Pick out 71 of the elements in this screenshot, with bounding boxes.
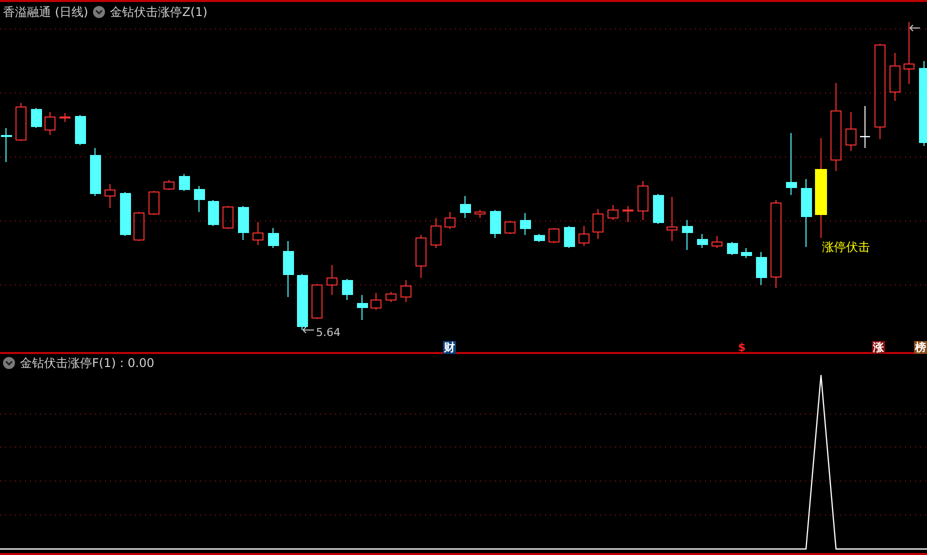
candlestick [44,112,56,136]
dropdown-icon[interactable] [93,6,106,18]
candlestick [75,114,86,146]
candlestick [222,206,234,230]
candlestick [578,226,590,246]
candlestick [638,180,648,220]
marker-tag: 财 [443,341,456,354]
signal-label: 涨停伏击 [822,240,870,254]
candlestick [890,52,900,102]
candlestick [208,200,219,226]
candlestick [653,194,664,224]
candlestick [860,106,870,148]
candlestick [504,220,516,234]
candlestick [194,186,205,212]
candlestick [104,184,116,208]
candlestick [90,148,101,196]
candlestick [444,212,456,230]
candlestick [904,22,914,84]
candlestick [786,132,797,196]
instrument-title: 香溢融通 (日线) [3,4,88,20]
candlestick [31,108,42,128]
candlestick [666,196,678,242]
candlestick [134,212,144,242]
candlestick [712,236,722,248]
candlestick [846,112,856,152]
candlestick [801,178,812,248]
candlestick [520,212,531,236]
candlestick [682,220,693,250]
marker-tag: 涨 [872,341,885,354]
candlestick [400,280,412,302]
candlestick [697,234,708,248]
candlestick [297,274,308,330]
candlestick [592,208,604,240]
candlestick [460,196,471,218]
candlestick [430,218,442,248]
price-label: 5.64 [316,326,340,339]
candlestick [357,294,368,320]
candlestick [179,174,190,192]
candlestick [416,234,426,278]
candlestick [386,292,396,302]
candlestick [622,206,634,222]
candlestick [1,128,12,162]
candlestick [564,226,575,248]
candlestick [252,222,264,246]
candlestick [727,242,738,256]
candlestick [164,180,174,190]
candlestick [342,278,353,300]
indicator-readout: 金钻伏击涨停F(1) : 0.00 [20,354,154,372]
candlestick [148,190,160,216]
candlestick [534,234,545,242]
dropdown-icon[interactable] [3,357,15,369]
candlestick [268,228,279,248]
candlestick [608,204,618,220]
candlestick [60,112,70,122]
candlestick [756,252,767,286]
marker-tag: 榜 [914,341,927,354]
candlestick [283,240,294,298]
candlestick [474,210,486,218]
candlestick [741,248,752,258]
candlestick [238,206,249,240]
candlestick [326,264,338,296]
indicator-title: 金钻伏击涨停Z(1) [110,4,208,20]
candlestick [370,292,382,310]
arrow-icon [910,24,920,32]
candlestick [490,210,501,238]
arrow-icon [302,326,314,334]
candlestick [120,192,131,236]
marker-tag: $ [737,341,747,354]
candlestick [548,228,560,244]
candlestick [16,102,26,142]
candlestick [312,284,322,320]
